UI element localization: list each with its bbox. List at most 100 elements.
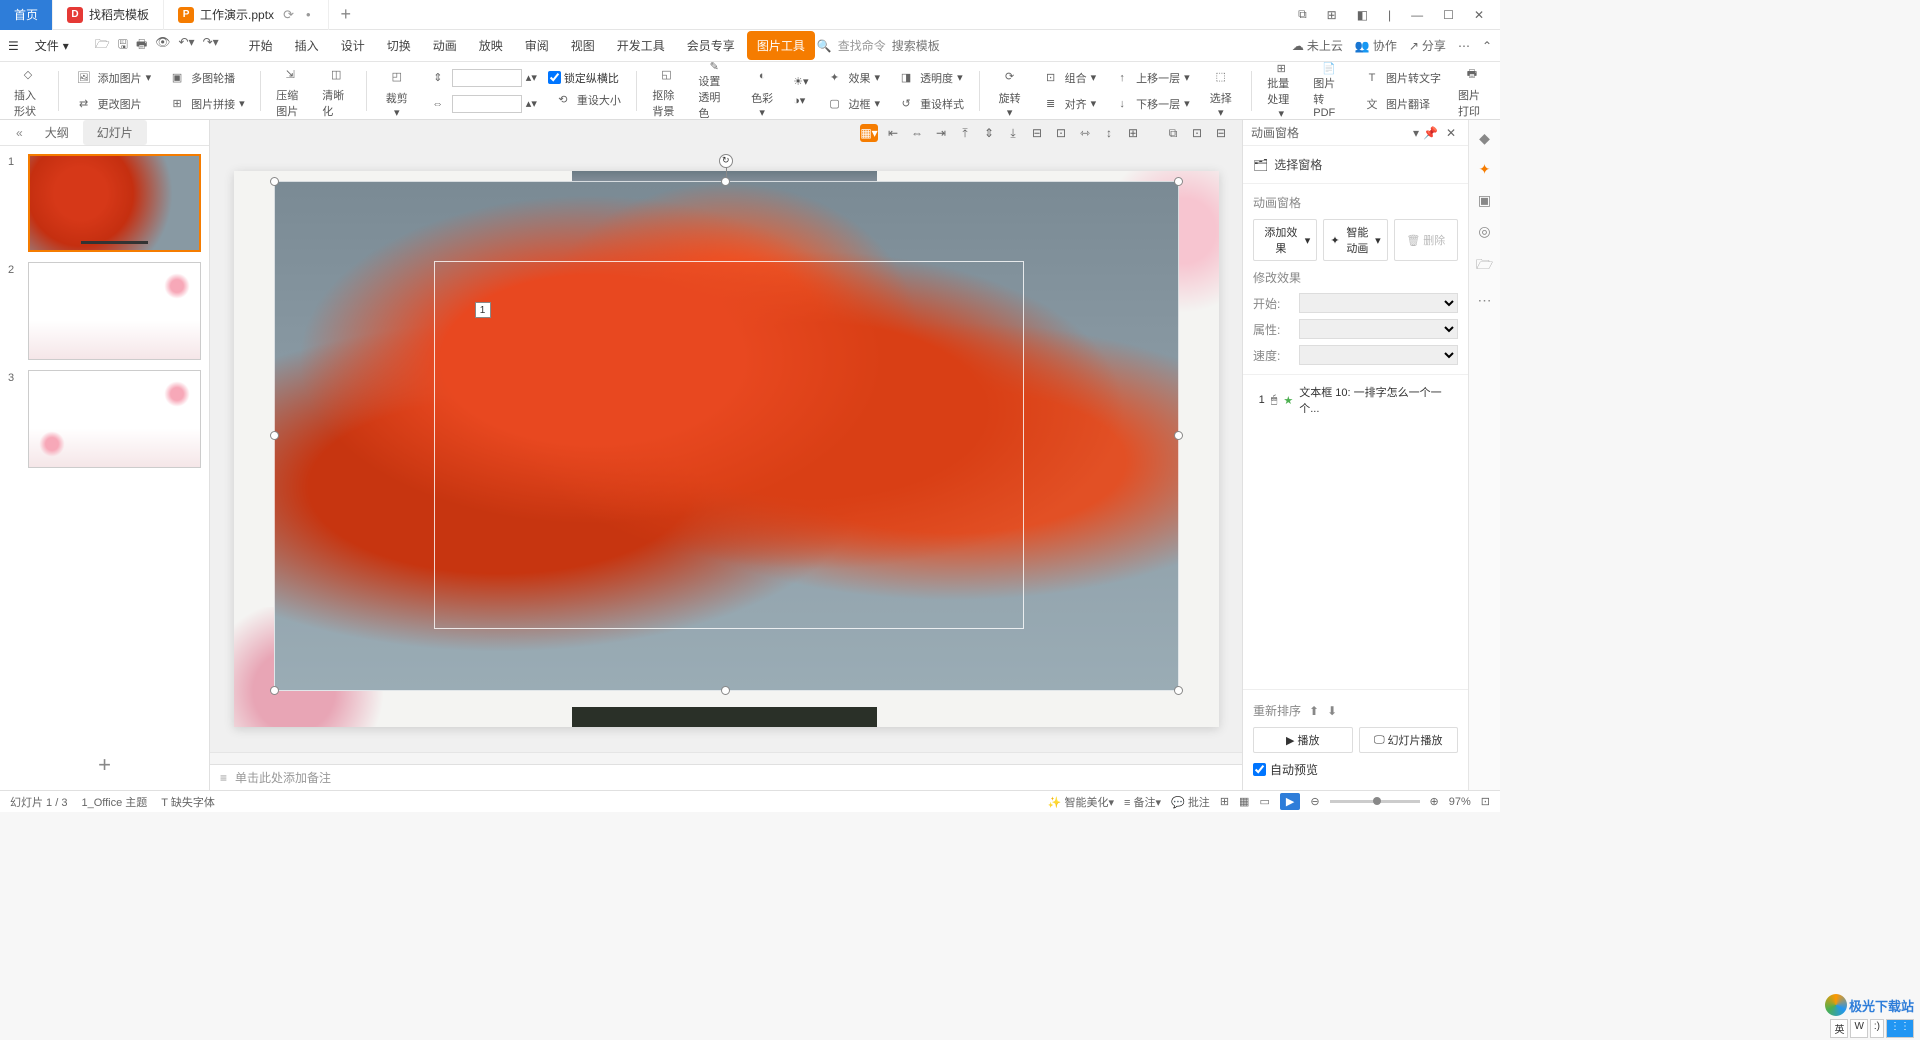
theme-name[interactable]: 1_Office 主题 — [81, 794, 147, 810]
close-button[interactable]: ✕ — [1468, 4, 1490, 26]
set-transparent-button[interactable]: ✎设置透明色 — [692, 62, 736, 119]
duplicate-icon[interactable]: ⧉ — [1164, 124, 1182, 142]
height-input[interactable] — [452, 69, 522, 87]
select-button[interactable]: ⬚选择▾ — [1201, 62, 1241, 119]
translate-button[interactable]: 文图片翻译 — [1357, 92, 1446, 116]
open-icon[interactable]: 🗁 — [95, 35, 110, 56]
reading-view-icon[interactable]: ▭ — [1259, 795, 1269, 808]
menu-tab-transition[interactable]: 切换 — [377, 31, 421, 60]
menu-tab-design[interactable]: 设计 — [331, 31, 375, 60]
align-center-icon[interactable]: ⇔ — [908, 124, 926, 142]
menu-tab-member[interactable]: 会员专享 — [677, 31, 745, 60]
auto-preview-checkbox[interactable]: 自动预览 — [1253, 757, 1458, 782]
resize-handle[interactable] — [1174, 431, 1183, 440]
zoom-in-icon[interactable]: ⊕ — [1430, 795, 1439, 808]
transparency-button[interactable]: ◨透明度▾ — [891, 66, 969, 90]
slide-canvas[interactable]: 1 — [234, 171, 1219, 727]
smart-animation-button[interactable]: ✦智能动画▾ — [1323, 219, 1387, 261]
move-up-button[interactable]: ↑上移一层▾ — [1107, 66, 1195, 90]
menu-tab-insert[interactable]: 插入 — [285, 31, 329, 60]
slideshow-view-icon[interactable]: ▶ — [1280, 793, 1300, 810]
brightness-button[interactable]: ☀▾ — [788, 73, 813, 90]
menu-tab-review[interactable]: 审阅 — [515, 31, 559, 60]
animation-panel-icon[interactable]: ✦ — [1479, 161, 1491, 178]
comments-toggle[interactable]: 💬 批注 — [1171, 794, 1210, 810]
resize-handle[interactable] — [1174, 177, 1183, 186]
combine-button[interactable]: ⊡组合▾ — [1036, 66, 1102, 90]
more-panel-icon[interactable]: ⋯ — [1478, 292, 1492, 309]
pin-icon[interactable]: 📌 — [1419, 126, 1442, 140]
compress-button[interactable]: ⇲压缩图片 — [270, 62, 310, 119]
panel-icon[interactable]: ▣ — [1478, 192, 1491, 209]
lock-ratio-checkbox[interactable]: 锁定纵横比 — [548, 70, 626, 86]
menu-tab-picture-tools[interactable]: 图片工具 — [747, 31, 815, 60]
move-up-icon[interactable]: ⬆ — [1309, 704, 1319, 718]
equal-size-icon[interactable]: ⊞ — [1124, 124, 1142, 142]
resize-handle[interactable] — [270, 177, 279, 186]
slides-tab[interactable]: 幻灯片 — [83, 120, 147, 145]
slide-item[interactable]: 1 ★ — [8, 154, 201, 252]
slide-thumb-2[interactable] — [28, 262, 201, 360]
width-input[interactable] — [452, 95, 522, 113]
skin-icon[interactable]: ◧ — [1351, 4, 1374, 26]
dot-icon[interactable]: • — [303, 7, 314, 22]
redo-icon[interactable]: ↷▾ — [203, 35, 219, 56]
attr-select[interactable] — [1299, 319, 1458, 339]
ungroup-icon[interactable]: ⊟ — [1212, 124, 1230, 142]
group-icon[interactable]: ⊡ — [1188, 124, 1206, 142]
slideshow-button[interactable]: 🖵 幻灯片播放 — [1359, 727, 1459, 753]
align-bottom-icon[interactable]: ⤓ — [1004, 124, 1022, 142]
diamond-icon[interactable]: ◆ — [1479, 130, 1490, 147]
location-icon[interactable]: ◎ — [1478, 223, 1490, 240]
menu-tab-animation[interactable]: 动画 — [423, 31, 467, 60]
slide-thumb-1[interactable]: ★ — [28, 154, 201, 252]
missing-font-link[interactable]: T 缺失字体 — [161, 794, 215, 810]
to-pdf-button[interactable]: 📄图片转PDF — [1307, 62, 1351, 119]
layout-gallery-icon[interactable]: ▦▾ — [860, 124, 878, 142]
reset-style-button[interactable]: ↺重设样式 — [891, 92, 969, 116]
menu-tab-start[interactable]: 开始 — [239, 31, 283, 60]
distribute-h-icon[interactable]: ⊟ — [1028, 124, 1046, 142]
add-image-button[interactable]: 🖼添加图片▾ — [69, 66, 157, 90]
notes-bar[interactable]: ≡ 单击此处添加备注 — [210, 764, 1242, 790]
canvas-viewport[interactable]: 1 — [210, 146, 1242, 752]
equal-width-icon[interactable]: ⇿ — [1076, 124, 1094, 142]
ime-mode[interactable]: W — [1850, 1019, 1867, 1038]
document-tab[interactable]: P 工作演示.pptx ⟳ • — [164, 0, 329, 30]
select-pane-link[interactable]: 🗂 选择窗格 — [1253, 152, 1458, 177]
animation-tag[interactable]: 1 — [475, 302, 491, 318]
resize-handle[interactable] — [721, 686, 730, 695]
menu-tab-slideshow[interactable]: 放映 — [469, 31, 513, 60]
grid-icon[interactable]: ⊞ — [1321, 4, 1343, 26]
selection-inner[interactable]: 1 — [434, 261, 1024, 629]
slide-item[interactable]: 3 — [8, 370, 201, 468]
slide-counter[interactable]: 幻灯片 1 / 3 — [10, 794, 67, 810]
distribute-v-icon[interactable]: ⊡ — [1052, 124, 1070, 142]
resize-handle[interactable] — [721, 177, 730, 186]
fit-icon[interactable]: ⊡ — [1481, 795, 1490, 808]
sorter-view-icon[interactable]: ▦ — [1239, 795, 1249, 808]
animation-item[interactable]: 1 🖱 ★ 文本框 10: 一排字怎么一个一个... — [1253, 381, 1458, 419]
insert-shape-button[interactable]: ◇插入形状 — [8, 62, 48, 119]
restore-icon[interactable]: ⟳ — [280, 7, 297, 23]
normal-view-icon[interactable]: ⊞ — [1220, 795, 1229, 808]
move-down-icon[interactable]: ⬇ — [1327, 704, 1337, 718]
ime-emoji[interactable]: :) — [1870, 1019, 1884, 1038]
zoom-out-icon[interactable]: ⊖ — [1310, 795, 1319, 808]
align-right-icon[interactable]: ⇥ — [932, 124, 950, 142]
slide-item[interactable]: 2 — [8, 262, 201, 360]
contrast-button[interactable]: ◑▾ — [788, 92, 813, 109]
collapse-panel-button[interactable]: « — [8, 122, 31, 144]
maximize-button[interactable]: ☐ — [1437, 4, 1460, 26]
resize-handle[interactable] — [1174, 686, 1183, 695]
move-down-button[interactable]: ↓下移一层▾ — [1107, 92, 1195, 116]
color-button[interactable]: ◐色彩▾ — [742, 62, 782, 119]
more-icon[interactable]: ⋯ — [1458, 39, 1470, 53]
outline-tab[interactable]: 大纲 — [31, 120, 83, 145]
layout-icon[interactable]: ⧉ — [1292, 3, 1313, 26]
reset-size-button[interactable]: ⟲重设大小 — [548, 88, 626, 112]
speed-select[interactable] — [1299, 345, 1458, 365]
resize-handle[interactable] — [270, 686, 279, 695]
start-select[interactable] — [1299, 293, 1458, 313]
image-puzzle-button[interactable]: ⊞图片拼接▾ — [162, 92, 250, 116]
